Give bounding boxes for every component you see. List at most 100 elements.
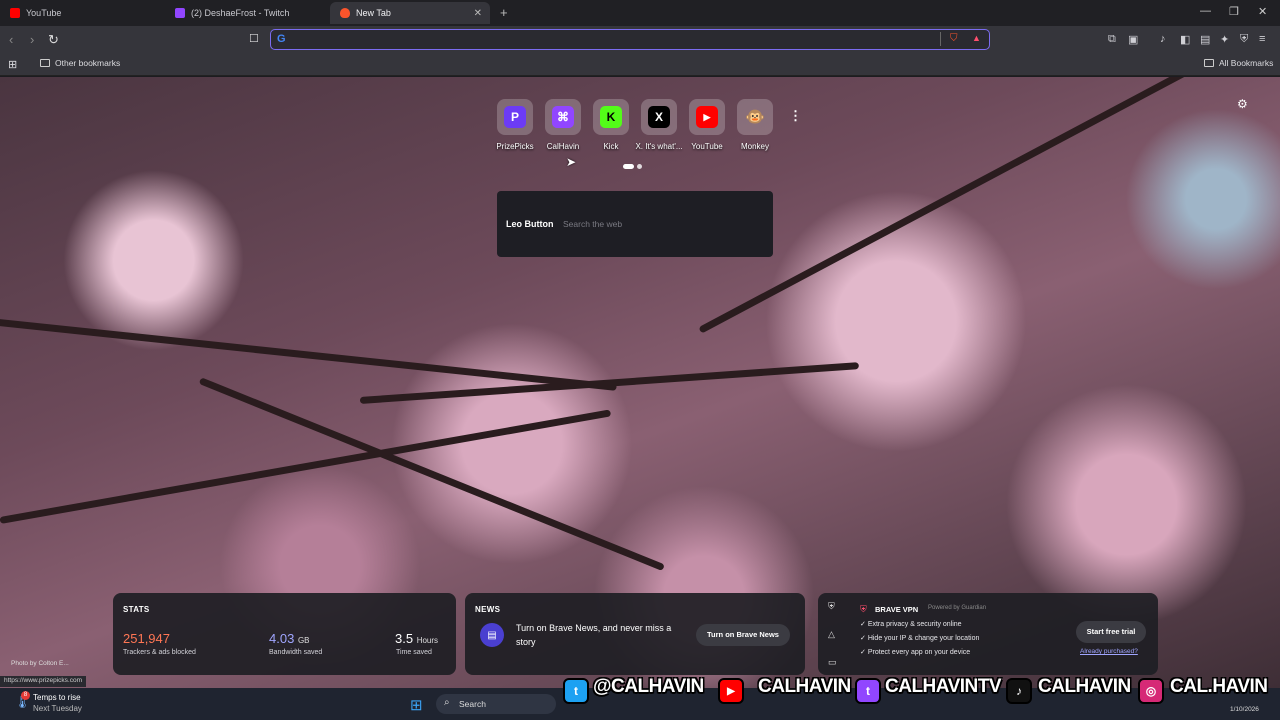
close-tab-icon[interactable]: ✕ — [474, 8, 482, 19]
vpn-widget: ⛨ △ ▭ ⛨ BRAVE VPN Powered by Guardian ✓ … — [818, 593, 1158, 675]
turn-on-news-button[interactable]: Turn on Brave News — [696, 624, 790, 646]
vpn-powered-by: Powered by Guardian — [928, 605, 986, 611]
google-icon: G — [277, 33, 286, 45]
bookmark-page-button[interactable]: ☐ — [249, 32, 259, 45]
url-input[interactable] — [293, 32, 933, 47]
branch — [698, 77, 1232, 334]
leo-search-placeholder: Search the web — [563, 219, 623, 229]
bandwidth-unit: GB — [297, 636, 310, 645]
warning-icon: △ — [828, 629, 835, 639]
top-sites-pager[interactable] — [623, 164, 642, 169]
vpn-feature-text: Protect every app on your device — [867, 649, 971, 656]
tab-title: (2) DeshaeFrost - Twitch — [191, 8, 290, 18]
mouse-cursor-icon: ➤ — [566, 155, 577, 169]
minimize-button[interactable]: — — [1200, 5, 1211, 17]
social-instagram: CAL.HAVIN — [1170, 676, 1268, 697]
weather-line1: Temps to rise — [33, 693, 81, 702]
prizepicks-icon: P — [504, 106, 526, 128]
brave-rewards-icon[interactable]: ▲ — [972, 33, 981, 43]
window-icon: ▭ — [828, 657, 837, 667]
top-site-kick[interactable]: K Kick — [593, 99, 629, 151]
time-stat: 3.5 Hours — [395, 631, 438, 646]
news-heading: NEWS — [475, 605, 501, 614]
vpn-feature-text: Hide your IP & change your location — [867, 635, 980, 642]
bookmark-other[interactable]: Other bookmarks — [40, 58, 120, 68]
photo-credit[interactable]: Photo by Colton E... — [11, 660, 69, 667]
search-icon: ⌕ — [444, 697, 450, 708]
menu-icon[interactable]: ≡ — [1259, 33, 1265, 45]
youtube-social-icon: ▶ — [718, 678, 744, 704]
taskbar-search-label: Search — [459, 699, 486, 709]
new-tab-button[interactable]: + — [500, 5, 508, 20]
bandwidth-stat: 4.03 GB — [269, 631, 310, 646]
top-sites-more-icon[interactable]: ⋮ — [789, 108, 802, 124]
top-site-monkey[interactable]: 🐵 Monkey — [737, 99, 773, 151]
news-icon: ▤ — [480, 623, 504, 647]
vpn-logo-icon: ⛨ — [860, 604, 867, 614]
social-tiktok: CALHAVIN — [1038, 676, 1131, 697]
social-youtube: CALHAVIN — [758, 676, 851, 697]
vpn-feature-text: Extra privacy & security online — [867, 621, 962, 628]
taskbar-search-box[interactable]: ⌕ Search — [436, 694, 556, 714]
x-icon: X — [648, 106, 670, 128]
wallet-icon[interactable]: ▤ — [1200, 33, 1210, 46]
toolbar: ‹ › ↻ ☐ G ⛉ ▲ ⧉ ▣ ♪ ◧ ▤ ✦ ⛨ ≡ — [0, 26, 1280, 54]
time-caption: Time saved — [396, 649, 432, 656]
bookmark-label: Other bookmarks — [55, 58, 121, 68]
start-free-trial-button[interactable]: Start free trial — [1076, 621, 1146, 643]
restore-button[interactable]: ❐ — [1229, 5, 1239, 18]
social-twitch: CALHAVINTV — [885, 676, 1002, 697]
divider — [940, 32, 941, 46]
tab-new-tab[interactable]: New Tab ✕ — [330, 2, 490, 24]
apps-grid-icon[interactable]: ⊞ — [8, 58, 17, 71]
ai-sparkle-icon[interactable]: ✦ — [1220, 33, 1229, 46]
reload-button[interactable]: ↻ — [48, 32, 59, 48]
brave-shields-icon[interactable]: ⛉ — [950, 33, 958, 44]
pager-dot-active[interactable] — [623, 164, 634, 169]
twitter-icon: t — [563, 678, 589, 704]
youtube-icon: ▶ — [696, 106, 718, 128]
weather-badge: 8 — [21, 691, 30, 700]
forward-button[interactable]: › — [30, 32, 34, 47]
back-button[interactable]: ‹ — [9, 32, 13, 47]
extensions-icon[interactable]: ⧉ — [1108, 33, 1116, 46]
tab-title: YouTube — [26, 8, 62, 18]
top-site-calhavin[interactable]: ⌘ CalHavin — [545, 99, 581, 151]
folder-icon — [40, 59, 50, 67]
status-url: https://www.prizepicks.com — [0, 676, 87, 687]
twitch-favicon-icon — [175, 8, 185, 18]
leo-search-box[interactable]: Leo Button Search the web — [497, 191, 773, 257]
bookmark-all[interactable]: All Bookmarks — [1204, 58, 1273, 68]
vpn-title: BRAVE VPN — [875, 605, 919, 614]
leo-icon[interactable]: ▣ — [1128, 33, 1138, 46]
already-purchased-link[interactable]: Already purchased? — [1080, 648, 1138, 655]
kick-icon: K — [600, 106, 622, 128]
address-bar[interactable]: G ⛉ ▲ — [270, 29, 990, 50]
windows-start-icon[interactable]: ⊞ — [410, 696, 423, 714]
tab-twitch[interactable]: (2) DeshaeFrost - Twitch — [165, 2, 330, 24]
guardian-label: Guardian — [961, 605, 987, 611]
pager-dot[interactable] — [637, 164, 642, 169]
tiktok-icon: ♪ — [1006, 678, 1032, 704]
vpn-shield-icon[interactable]: ⛨ — [1240, 33, 1248, 46]
social-twitter: @CALHAVIN — [593, 676, 704, 697]
news-widget: NEWS ▤ Turn on Brave News, and never mis… — [465, 593, 805, 675]
media-icon[interactable]: ♪ — [1160, 33, 1166, 45]
tab-strip: YouTube (2) DeshaeFrost - Twitch New Tab… — [0, 0, 1280, 26]
monkey-icon: 🐵 — [745, 109, 765, 126]
bookmark-label: All Bookmarks — [1219, 58, 1274, 68]
twitch-icon: ⌘ — [552, 106, 574, 128]
tab-youtube[interactable]: YouTube — [0, 2, 165, 24]
bandwidth-value: 4.03 — [269, 631, 295, 646]
tab-title: New Tab — [356, 8, 391, 18]
top-site-prizepicks[interactable]: P PrizePicks — [496, 99, 534, 151]
vpn-feature: ✓ Extra privacy & security online — [860, 621, 962, 628]
sidebar-icon[interactable]: ◧ — [1180, 33, 1190, 46]
time-unit: Hours — [416, 636, 439, 645]
top-site-youtube[interactable]: ▶ YouTube — [689, 99, 725, 151]
top-site-label: Monkey — [740, 142, 769, 151]
top-site-x[interactable]: X X. It's what'... — [635, 99, 683, 151]
settings-gear-icon[interactable]: ⚙ — [1237, 97, 1248, 111]
clock-date: 1/10/2026 — [1230, 706, 1259, 713]
close-window-button[interactable]: ✕ — [1258, 5, 1267, 18]
